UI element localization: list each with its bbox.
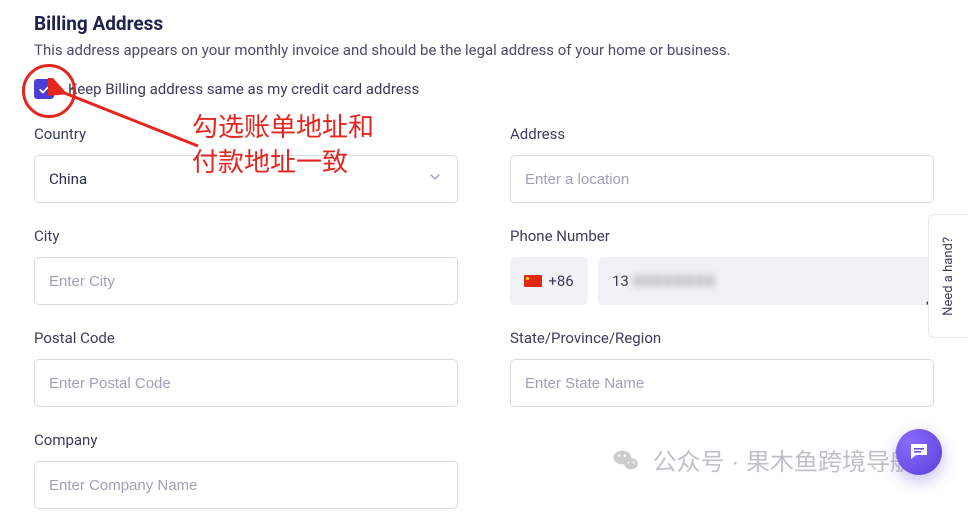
city-label: City: [34, 227, 458, 245]
address-input[interactable]: [510, 155, 934, 203]
same-as-card-checkbox[interactable]: [34, 79, 54, 99]
same-as-card-label: Keep Billing address same as my credit c…: [68, 80, 419, 98]
phone-prefix: 13: [612, 272, 629, 290]
country-select[interactable]: China: [34, 155, 458, 203]
company-label: Company: [34, 431, 458, 449]
help-tab-label: Need a hand?: [941, 237, 956, 316]
same-as-card-checkbox-row[interactable]: Keep Billing address same as my credit c…: [34, 79, 934, 99]
phone-cc-value: +86: [548, 272, 573, 290]
phone-label: Phone Number: [510, 227, 934, 245]
chat-icon: [907, 440, 931, 464]
check-icon: [38, 83, 51, 96]
postal-input[interactable]: [34, 359, 458, 407]
country-label: Country: [34, 125, 458, 143]
country-field: Country China: [34, 125, 458, 203]
region-input[interactable]: [510, 359, 934, 407]
billing-address-section: Billing Address This address appears on …: [0, 0, 968, 509]
phone-country-code[interactable]: +86: [510, 257, 588, 305]
city-input[interactable]: [34, 257, 458, 305]
postal-label: Postal Code: [34, 329, 458, 347]
phone-number-display[interactable]: 13 XXXXXXXX: [598, 257, 934, 305]
region-field: State/Province/Region: [510, 329, 934, 407]
flag-cn-icon: [524, 275, 542, 287]
section-subtitle: This address appears on your monthly inv…: [34, 41, 934, 59]
phone-masked: XXXXXXXX: [633, 272, 716, 290]
address-label: Address: [510, 125, 934, 143]
section-title: Billing Address: [34, 12, 934, 35]
chat-fab[interactable]: [896, 429, 942, 475]
phone-field: Phone Number +86 13 XXXXXXXX: [510, 227, 934, 305]
address-field: Address: [510, 125, 934, 203]
chevron-down-icon: [427, 169, 443, 189]
billing-form: Country China Address City Phone Number …: [34, 125, 934, 509]
company-field: Company: [34, 431, 458, 509]
company-input[interactable]: [34, 461, 458, 509]
help-tab[interactable]: Need a hand?: [928, 214, 968, 338]
region-label: State/Province/Region: [510, 329, 934, 347]
country-value: China: [49, 170, 87, 188]
postal-field: Postal Code: [34, 329, 458, 407]
city-field: City: [34, 227, 458, 305]
